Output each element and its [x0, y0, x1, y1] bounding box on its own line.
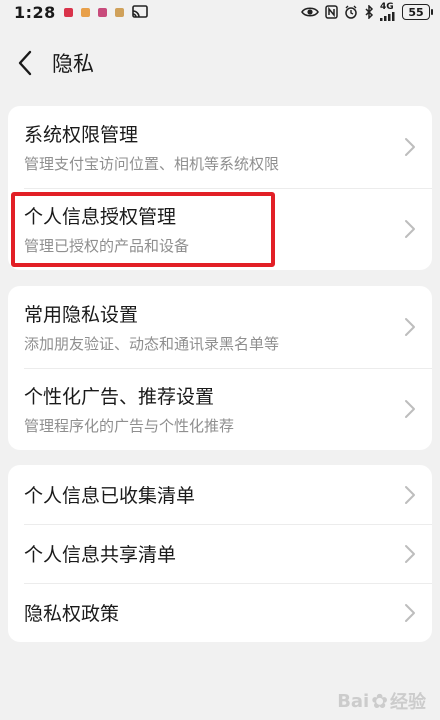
item-title: 系统权限管理 [24, 124, 139, 146]
watermark-suffix: 经验 [390, 692, 426, 713]
privacy-policy-item[interactable]: 隐私权政策 [8, 583, 432, 642]
collected-info-list-item[interactable]: 个人信息已收集清单 [8, 465, 432, 524]
item-subtitle: 管理已授权的产品和设备 [24, 237, 190, 255]
paw-icon: ✿ [371, 689, 388, 713]
settings-group-1: 系统权限管理 管理支付宝访问位置、相机等系统权限 个人信息授权管理 管理已授权的… [8, 106, 432, 270]
signal-icon: 4G [380, 3, 396, 21]
status-right: 4G 55 [301, 3, 433, 21]
bluetooth-icon [364, 5, 374, 19]
chevron-right-icon [402, 136, 418, 158]
settings-group-2: 常用隐私设置 添加朋友验证、动态和通讯录黑名单等 个性化广告、推荐设置 管理程序… [8, 286, 432, 450]
notification-icon-2 [80, 7, 90, 17]
item-title: 个人信息授权管理 [24, 206, 177, 228]
personal-info-authorization-item[interactable]: 个人信息授权管理 管理已授权的产品和设备 [8, 188, 432, 270]
shared-info-list-item[interactable]: 个人信息共享清单 [8, 524, 432, 583]
eye-icon [301, 6, 319, 18]
item-text: 常用隐私设置 添加朋友验证、动态和通讯录黑名单等 [24, 300, 279, 354]
item-subtitle: 管理程序化的广告与个性化推荐 [24, 417, 235, 435]
system-permissions-item[interactable]: 系统权限管理 管理支付宝访问位置、相机等系统权限 [8, 106, 432, 188]
status-left: 1:28 [14, 3, 148, 22]
item-text: 系统权限管理 管理支付宝访问位置、相机等系统权限 [24, 120, 279, 174]
item-text: 个性化广告、推荐设置 管理程序化的广告与个性化推荐 [24, 382, 234, 436]
item-subtitle: 管理支付宝访问位置、相机等系统权限 [24, 155, 280, 173]
cast-icon [131, 5, 148, 19]
alarm-icon [344, 5, 358, 19]
item-title: 隐私权政策 [24, 603, 120, 625]
network-type: 4G [380, 2, 394, 12]
status-bar: 1:28 4G 55 [0, 0, 440, 24]
notification-icon-4 [114, 7, 124, 17]
battery-indicator: 55 [402, 4, 433, 20]
chevron-right-icon [402, 543, 418, 565]
item-title: 个性化广告、推荐设置 [24, 386, 215, 408]
chevron-right-icon [402, 316, 418, 338]
header: 隐私 [0, 36, 440, 90]
chevron-right-icon [402, 398, 418, 420]
watermark: Bai ✿ 经验 [337, 688, 426, 714]
personalized-ads-item[interactable]: 个性化广告、推荐设置 管理程序化的广告与个性化推荐 [8, 368, 432, 450]
screen: 1:28 4G 55 隐私 系统权限管理 管理支付宝访问位置、相机等系统权限 个… [0, 0, 440, 720]
nfc-icon [325, 5, 338, 19]
item-title: 个人信息已收集清单 [24, 485, 196, 507]
chevron-right-icon [402, 218, 418, 240]
item-subtitle: 添加朋友验证、动态和通讯录黑名单等 [24, 335, 280, 353]
page-title: 隐私 [52, 52, 94, 76]
settings-group-3: 个人信息已收集清单 个人信息共享清单 隐私权政策 [8, 465, 432, 642]
chevron-left-icon [18, 50, 32, 76]
item-title: 个人信息共享清单 [24, 544, 177, 566]
item-text: 个人信息授权管理 管理已授权的产品和设备 [24, 202, 189, 256]
back-button[interactable] [0, 36, 50, 90]
notification-icon-1 [63, 7, 73, 17]
notification-icon-3 [97, 7, 107, 17]
chevron-right-icon [402, 602, 418, 624]
item-title: 常用隐私设置 [24, 304, 139, 326]
chevron-right-icon [402, 484, 418, 506]
watermark-text: Bai [337, 690, 370, 712]
status-time: 1:28 [14, 2, 56, 22]
common-privacy-settings-item[interactable]: 常用隐私设置 添加朋友验证、动态和通讯录黑名单等 [8, 286, 432, 368]
